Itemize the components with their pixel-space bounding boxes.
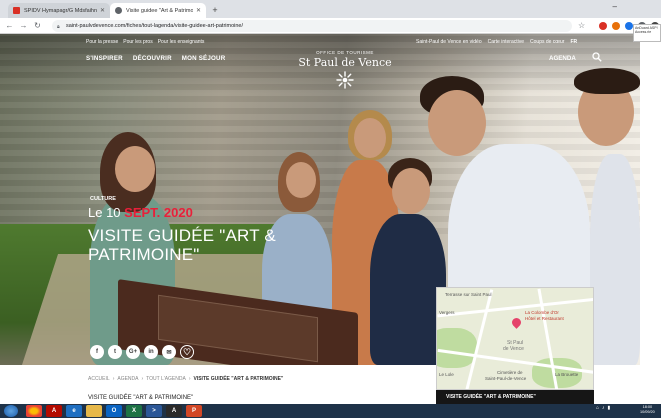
map-label: La Colombe d'Or — [525, 310, 559, 315]
person-head — [354, 118, 386, 158]
location-map[interactable]: Terrasse sur Saint Paul La Colombe d'Or … — [436, 287, 594, 390]
linkedin-icon[interactable]: in — [144, 345, 158, 359]
excel-icon[interactable]: X — [126, 405, 142, 417]
nav-agenda[interactable]: AGENDA — [549, 55, 576, 62]
map-label: Vergers — [439, 310, 455, 315]
twitter-icon[interactable]: t — [108, 345, 122, 359]
bookmark-star-icon[interactable]: ☆ — [578, 21, 585, 30]
forward-icon[interactable]: → — [18, 20, 29, 31]
breadcrumb-all-agenda[interactable]: TOUT L'AGENDA — [146, 376, 186, 382]
reload-icon[interactable]: ↻ — [32, 20, 43, 31]
edge-icon[interactable]: e — [66, 405, 82, 417]
windows-start-icon[interactable] — [4, 405, 18, 417]
person-head — [428, 90, 486, 156]
map-label: Hôtel et Restaurant — [525, 316, 564, 321]
tab-favicon-icon — [115, 7, 122, 14]
address-bar[interactable]: 🔒︎ saint-paulvdevence.com/fiches/tout-la… — [52, 20, 572, 32]
system-tray[interactable]: ⌂ ♪ ▮ — [596, 405, 610, 411]
map-label: Terrasse sur Saint Paul — [445, 292, 492, 297]
windows-taskbar: A e O X > A P ⌂ ♪ ▮ 18:00 10/09/20 — [0, 404, 661, 418]
favorite-heart-icon[interactable]: ♡ — [180, 345, 194, 359]
breadcrumb: ACCUEIL › AGENDA › TOUT L'AGENDA › VISITE G… — [88, 376, 284, 382]
nav-my-stay[interactable]: MON SÉJOUR — [182, 55, 226, 62]
link-video[interactable]: Saint-Paul de Vence en vidéo — [416, 39, 482, 45]
tab-favicon-icon — [13, 7, 20, 14]
nav-inspire[interactable]: S'INSPIRER — [86, 55, 123, 62]
extension-icon[interactable] — [625, 22, 633, 30]
back-icon[interactable]: ← — [4, 20, 15, 31]
event-title: VISITE GUIDÉE "ART & PATRIMOINE" — [88, 226, 276, 264]
outlook-icon[interactable]: O — [106, 405, 122, 417]
breadcrumb-home[interactable]: ACCUEIL — [88, 376, 110, 382]
lock-icon: 🔒︎ — [57, 23, 60, 30]
url-text: saint-paulvdevence.com/fiches/tout-lagen… — [66, 23, 244, 29]
volume-icon[interactable]: ♪ — [602, 405, 605, 411]
event-category: CULTURE — [90, 196, 116, 202]
site-logo[interactable]: OFFICE DE TOURISME St Paul de Vence — [290, 50, 400, 89]
extension-icon[interactable] — [599, 22, 607, 30]
powerpoint-icon[interactable]: P — [186, 405, 202, 417]
language-selector[interactable]: FR — [570, 39, 577, 45]
event-date-prefix: Le 10 — [88, 205, 121, 220]
google-plus-icon[interactable]: G+ — [126, 345, 140, 359]
browser-tab[interactable]: SPIDV Hymapagr/G Mdsfaihn ✕ — [8, 3, 110, 18]
close-tab-icon[interactable]: ✕ — [196, 7, 201, 14]
map-label: La Brouette — [555, 372, 579, 377]
pdf-icon[interactable]: A — [166, 405, 182, 417]
link-pros[interactable]: Pour les pros — [123, 39, 152, 45]
top-links-right: Saint-Paul de Vence en vidéo Carte inter… — [416, 39, 577, 45]
close-tab-icon[interactable]: ✕ — [100, 7, 105, 14]
link-favorites[interactable]: Coups de cœur — [530, 39, 564, 45]
profile-tooltip: AnDuard ASP! Access.rie — [633, 24, 661, 42]
link-interactive-map[interactable]: Carte interactive — [488, 39, 524, 45]
map-pin-icon[interactable] — [510, 316, 523, 329]
logo-subtitle: OFFICE DE TOURISME — [316, 50, 374, 55]
person-head — [392, 168, 430, 214]
social-share-bar: f t G+ in ✉ ♡ — [90, 345, 194, 359]
map-label: de Vence — [503, 346, 524, 352]
network-icon[interactable]: ⌂ — [596, 405, 599, 411]
browser-tab-active[interactable]: Visite guidee "Art & Patrimoine" ✕ — [110, 3, 206, 18]
hair — [574, 68, 640, 94]
sun-logo-icon — [336, 71, 354, 89]
logo-name: St Paul de Vence — [298, 56, 392, 69]
new-tab-button[interactable]: + — [209, 4, 221, 16]
map-park — [437, 328, 477, 368]
browser-tab-bar: SPIDV Hymapagr/G Mdsfaihn ✕ Visite guide… — [0, 0, 661, 18]
browser-toolbar: ← → ↻ 🔒︎ saint-paulvdevence.com/fiches/t… — [0, 18, 661, 34]
map-label: Le Lole — [439, 372, 454, 377]
map-label: Saint-Paul-de-Vence — [485, 376, 527, 381]
extension-icon[interactable] — [612, 22, 620, 30]
link-press[interactable]: Pour la presse — [86, 39, 118, 45]
acrobat-icon[interactable]: A — [46, 405, 62, 417]
event-date: Le 10 SEPT. 2020 — [88, 205, 193, 220]
person-head — [115, 146, 155, 192]
minimize-button[interactable]: – — [613, 2, 617, 11]
person-man-right — [590, 154, 640, 365]
tab-title: SPIDV Hymapagr/G Mdsfaihn — [24, 7, 97, 14]
map-label: Cimetière de — [497, 370, 523, 375]
map-road — [437, 297, 593, 318]
breadcrumb-agenda[interactable]: AGENDA — [117, 376, 138, 382]
person-head — [286, 162, 316, 198]
explorer-icon[interactable] — [86, 405, 102, 417]
facebook-icon[interactable]: f — [90, 345, 104, 359]
tab-title: Visite guidee "Art & Patrimoine" — [126, 7, 193, 14]
search-icon[interactable] — [592, 52, 602, 62]
top-links-left: Pour la presse Pour les pros Pour les en… — [86, 39, 204, 45]
map-caption: VISITE GUIDÉE "ART & PATRIMOINE" — [436, 390, 594, 404]
nav-discover[interactable]: DÉCOUVRIR — [133, 55, 172, 62]
powershell-icon[interactable]: > — [146, 405, 162, 417]
chrome-icon[interactable] — [26, 405, 42, 417]
link-teachers[interactable]: Pour les enseignants — [158, 39, 205, 45]
battery-icon[interactable]: ▮ — [608, 405, 611, 411]
person-boy-navy — [370, 214, 446, 365]
breadcrumb-current: VISITE GUIDÉE "ART & PATRIMOINE" — [193, 376, 284, 382]
clock[interactable]: 18:00 10/09/20 — [640, 405, 655, 415]
email-icon[interactable]: ✉ — [162, 345, 176, 359]
event-date-highlight: SEPT. 2020 — [124, 205, 193, 220]
clock-date: 10/09/20 — [640, 410, 655, 414]
page-subtitle: VISITE GUIDÉE "ART & PATRIMOINE" — [88, 395, 194, 401]
main-nav: S'INSPIRER DÉCOUVRIR MON SÉJOUR — [86, 55, 225, 62]
